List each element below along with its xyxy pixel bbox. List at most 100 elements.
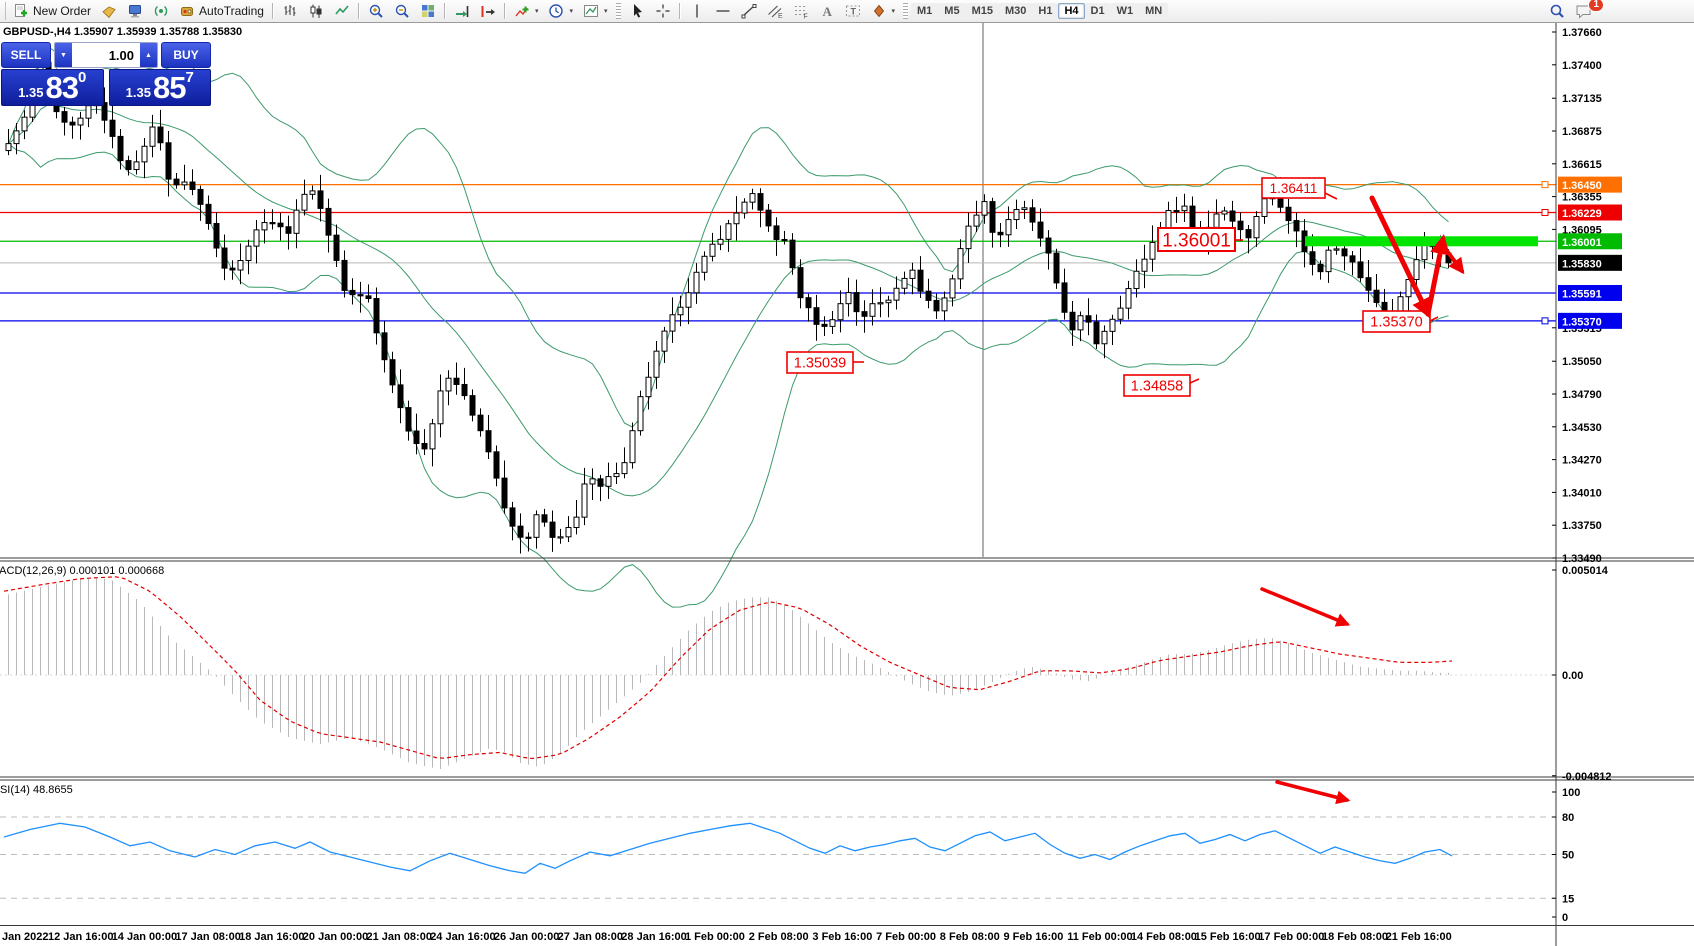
svg-text:E: E [778,13,783,19]
chart-canvas[interactable]: 1.376601.374001.371351.368751.366151.363… [0,0,1694,946]
shapes-button[interactable]: ▾ [866,1,901,21]
periods-button[interactable]: ▾ [543,1,578,21]
robot-icon [179,3,195,19]
svg-text:1.34010: 1.34010 [1562,487,1602,499]
time-axis-label: 14 Jan 00:00 [112,931,177,943]
toolbar-grip [616,3,621,19]
line-chart-button[interactable] [329,1,355,21]
vertical-line-button[interactable] [684,1,710,21]
svg-text:0.005014: 0.005014 [1562,565,1609,577]
toolbar-separator [444,3,446,19]
fibonacci-button[interactable]: F [788,1,814,21]
gold-tag-icon[interactable] [96,1,122,21]
time-axis-label: 24 Jan 16:00 [430,931,495,943]
channel-button[interactable]: E [762,1,788,21]
notification-badge: 1 [1588,0,1604,12]
lot-size-stepper: ▼ ▲ [54,42,158,68]
timeframe-m30-button[interactable]: M30 [999,3,1032,19]
buy-button[interactable]: BUY [161,42,211,68]
time-axis-label: 28 Jan 16:00 [621,931,686,943]
auto-scroll-button[interactable] [449,1,475,21]
sell-price-pip: 0 [78,71,86,85]
horizontal-line-button[interactable] [710,1,736,21]
template-icon [583,3,599,19]
lot-increase-button[interactable]: ▲ [140,43,157,67]
time-axis-label: 20 Jan 00:00 [303,931,368,943]
timeframe-d1-button[interactable]: D1 [1085,3,1111,19]
price-callout-label: 1.35370 [1370,315,1422,331]
toolbar-separator [504,3,506,19]
toolbar-right-group: 1 [1544,1,1598,21]
zoom-out-button[interactable] [389,1,415,21]
toolbar-separator [272,3,274,19]
cursor-icon [629,3,645,19]
buy-price-display[interactable]: 1.35 85 7 [109,69,212,106]
macd-indicator-label: MACD(12,26,9) 0.000101 0.000668 [0,565,164,577]
time-axis-label: 18 Jan 16:00 [239,931,304,943]
sell-button[interactable]: SELL [1,42,51,68]
autotrading-button[interactable]: AutoTrading [174,1,269,21]
svg-text:1.33490: 1.33490 [1562,553,1602,565]
time-axis-label: 11 Feb 00:00 [1067,931,1132,943]
svg-text:50: 50 [1562,850,1574,862]
timeframe-m15-button[interactable]: M15 [966,3,999,19]
broadcast-icon [153,3,169,19]
highlight-zone[interactable] [1305,236,1538,246]
toolbar: New OrderAutoTrading▾▾▾EFAT▾M1M5M15M30H1… [0,0,1694,23]
rsi-indicator-label: RSI(14) 48.8655 [0,784,73,796]
time-axis-label: 27 Jan 08:00 [558,931,623,943]
time-axis-label: 9 Feb 16:00 [1004,931,1064,943]
timeframe-h4-button[interactable]: H4 [1058,3,1084,19]
shapes-icon [871,3,887,19]
crosshair-button[interactable] [650,1,676,21]
time-axis-label: 2 Feb 08:00 [749,931,809,943]
labelT-icon: T [845,3,861,19]
zoom-in-button[interactable] [363,1,389,21]
svg-text:1.33750: 1.33750 [1562,520,1602,532]
sell-price-display[interactable]: 1.35 83 0 [1,69,104,106]
tile-windows-button[interactable] [415,1,441,21]
time-axis[interactable]: Jan 202212 Jan 16:0014 Jan 00:0017 Jan 0… [2,931,1452,943]
search-button[interactable] [1544,1,1570,21]
indicators-button[interactable]: ▾ [509,1,544,21]
sell-price-handle: 1.35 [18,83,43,103]
clipped-icon [0,2,6,20]
dropdown-caret-icon: ▾ [604,7,608,15]
svg-text:1.36001: 1.36001 [1562,237,1602,249]
price-callout-label: 1.34858 [1131,379,1183,395]
label-button[interactable]: T [840,1,866,21]
gold-tag-icon [101,3,117,19]
lot-decrease-button[interactable]: ▼ [55,43,72,67]
lot-size-input[interactable] [72,43,140,67]
timeframe-m5-button[interactable]: M5 [938,3,965,19]
terminal-icon[interactable] [122,1,148,21]
templates-button[interactable]: ▾ [578,1,613,21]
buy-price-pip: 7 [185,71,193,85]
autotrading-button-label: AutoTrading [199,4,264,18]
price-callout-label: 1.36001 [1162,230,1231,251]
timeframe-h1-button[interactable]: H1 [1032,3,1058,19]
monitor-icon [127,3,143,19]
new-order-button[interactable]: New Order [8,1,96,21]
broadcast-icon[interactable] [148,1,174,21]
time-axis-label: 17 Jan 08:00 [175,931,240,943]
chat-button[interactable]: 1 [1570,1,1598,21]
candlestick-chart-button[interactable] [303,1,329,21]
trade-controls-row: SELL ▼ ▲ BUY [1,42,211,68]
chart-shift-button[interactable] [475,1,501,21]
fibo-icon: F [793,3,809,19]
timeframe-w1-button[interactable]: W1 [1111,3,1140,19]
timeframe-mn-button[interactable]: MN [1139,3,1168,19]
trendline-button[interactable] [736,1,762,21]
text-button[interactable]: A [814,1,840,21]
trade-prices-row: 1.35 83 0 1.35 85 7 [1,69,211,106]
bar-chart-button[interactable] [277,1,303,21]
time-axis-label: 12 Jan 16:00 [48,931,113,943]
indicators-icon [514,3,530,19]
timeframe-m1-button[interactable]: M1 [911,3,938,19]
cursor-button[interactable] [624,1,650,21]
svg-text:0.00: 0.00 [1562,670,1583,682]
time-axis-label: 21 Feb 16:00 [1386,931,1452,943]
time-axis-label: 7 Feb 00:00 [876,931,936,943]
svg-text:A: A [822,4,832,19]
